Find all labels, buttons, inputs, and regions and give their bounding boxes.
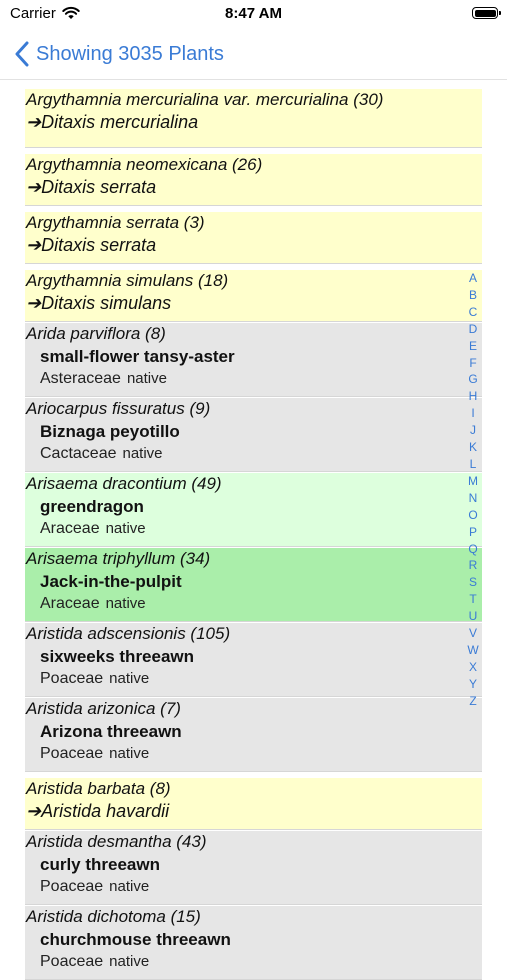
scientific-name: Ariocarpus fissuratus (9) (26, 399, 211, 418)
family-name: Cactaceae (40, 445, 117, 462)
family-line: Poaceae native (40, 876, 482, 898)
list-item[interactable]: Arida parviflora (8) small-flower tansy-… (25, 323, 482, 397)
list-item[interactable]: Argythamnia neomexicana (26) ➔Ditaxis se… (25, 154, 482, 206)
family-name: Asteraceae (40, 370, 121, 387)
index-letter-d[interactable]: D (469, 321, 478, 338)
index-letter-f[interactable]: F (469, 355, 476, 372)
synonym-redirect: ➔Ditaxis serrata (26, 177, 157, 197)
common-name: small-flower tansy-aster (40, 347, 235, 366)
family-name: Poaceae (40, 745, 104, 762)
battery-icon (472, 7, 501, 19)
index-letter-o[interactable]: O (468, 507, 477, 524)
common-name: Biznaga peyotillo (40, 422, 180, 441)
family-name: Poaceae (40, 953, 104, 970)
synonym-redirect: ➔Ditaxis serrata (26, 235, 157, 255)
native-status: native (105, 520, 146, 537)
list-item[interactable]: Argythamnia mercurialina var. mercuriali… (25, 89, 482, 148)
list-item[interactable]: Argythamnia simulans (18) ➔Ditaxis simul… (25, 270, 482, 322)
index-letter-h[interactable]: H (469, 388, 478, 405)
scientific-name: Argythamnia simulans (18) (26, 271, 229, 290)
index-letter-x[interactable]: X (469, 659, 477, 676)
index-letter-p[interactable]: P (469, 524, 477, 541)
family-name: Poaceae (40, 670, 104, 687)
index-letter-k[interactable]: K (469, 439, 477, 456)
native-status: native (109, 745, 150, 762)
list-item[interactable]: Ariocarpus fissuratus (9) Biznaga peyoti… (25, 398, 482, 472)
common-name: churchmouse threeawn (40, 930, 231, 949)
index-letter-m[interactable]: M (468, 473, 478, 490)
index-letter-w[interactable]: W (467, 642, 478, 659)
scientific-name: Aristida dichotoma (15) (26, 907, 201, 926)
scientific-name: Aristida desmantha (43) (26, 832, 207, 851)
scientific-name: Argythamnia neomexicana (26) (26, 155, 263, 174)
synonym-redirect: ➔Ditaxis mercurialina (26, 112, 199, 132)
scientific-name: Arisaema dracontium (49) (26, 474, 222, 493)
index-letter-g[interactable]: G (468, 371, 477, 388)
index-letter-v[interactable]: V (469, 625, 477, 642)
list-item[interactable]: Arisaema triphyllum (34) Jack-in-the-pul… (25, 548, 482, 622)
index-letter-u[interactable]: U (469, 608, 478, 625)
list-item[interactable]: Argythamnia serrata (3) ➔Ditaxis serrata (25, 212, 482, 264)
scientific-name: Arisaema triphyllum (34) (26, 549, 211, 568)
list-item[interactable]: Aristida dichotoma (15) churchmouse thre… (25, 906, 482, 980)
back-button[interactable]: Showing 3035 Plants (14, 39, 224, 69)
scientific-name: Argythamnia mercurialina var. mercuriali… (26, 90, 384, 109)
list-item[interactable]: Aristida desmantha (43) curly threeawn P… (25, 831, 482, 905)
family-name: Poaceae (40, 878, 104, 895)
common-name: curly threeawn (40, 855, 160, 874)
index-letter-l[interactable]: L (470, 456, 477, 473)
status-bar: Carrier 8:47 AM (0, 0, 507, 28)
index-letter-a[interactable]: A (469, 270, 477, 287)
clock: 8:47 AM (225, 5, 282, 22)
native-status: native (109, 953, 150, 970)
index-letter-z[interactable]: Z (469, 693, 476, 710)
native-status: native (105, 595, 146, 612)
family-line: Cactaceae native (40, 443, 482, 465)
synonym-redirect: ➔Ditaxis simulans (26, 293, 172, 313)
common-name: sixweeks threeawn (40, 647, 195, 666)
family-line: Poaceae native (40, 951, 482, 973)
native-status: native (109, 670, 150, 687)
native-status: native (122, 445, 163, 462)
index-letter-r[interactable]: R (469, 557, 478, 574)
index-letter-s[interactable]: S (469, 574, 477, 591)
scientific-name: Aristida adscensionis (105) (26, 624, 231, 643)
family-line: Poaceae native (40, 743, 482, 765)
back-button-label: Showing 3035 Plants (36, 42, 224, 65)
family-line: Poaceae native (40, 668, 482, 690)
native-status: native (109, 878, 150, 895)
index-letter-e[interactable]: E (469, 338, 477, 355)
scientific-name: Arida parviflora (8) (26, 324, 166, 343)
index-letter-i[interactable]: I (471, 405, 474, 422)
plant-list[interactable]: Argythamnia mercurialina var. mercuriali… (25, 81, 482, 980)
family-line: Asteraceae native (40, 368, 482, 390)
chevron-left-icon (15, 41, 29, 67)
list-item[interactable]: Aristida adscensionis (105) sixweeks thr… (25, 623, 482, 697)
list-item[interactable]: Aristida arizonica (7) Arizona threeawn … (25, 698, 482, 772)
list-item[interactable]: Aristida barbata (8) ➔Aristida havardii (25, 778, 482, 830)
common-name: Arizona threeawn (40, 722, 182, 741)
navigation-bar: Showing 3035 Plants (0, 28, 507, 80)
section-index[interactable]: A B C D E F G H I J K L M N O P Q R S T … (464, 270, 482, 710)
common-name: greendragon (40, 497, 144, 516)
native-status: native (126, 370, 167, 387)
scientific-name: Aristida barbata (8) (26, 779, 171, 798)
family-name: Araceae (40, 520, 100, 537)
index-letter-t[interactable]: T (469, 591, 476, 608)
family-line: Araceae native (40, 518, 482, 540)
family-line: Araceae native (40, 593, 482, 615)
common-name: Jack-in-the-pulpit (40, 572, 182, 591)
family-name: Araceae (40, 595, 100, 612)
scientific-name: Argythamnia serrata (3) (26, 213, 205, 232)
index-letter-c[interactable]: C (469, 304, 478, 321)
index-letter-j[interactable]: J (470, 422, 476, 439)
index-letter-q[interactable]: Q (468, 541, 477, 558)
scientific-name: Aristida arizonica (7) (26, 699, 181, 718)
index-letter-y[interactable]: Y (469, 676, 477, 693)
index-letter-n[interactable]: N (469, 490, 478, 507)
index-letter-b[interactable]: B (469, 287, 477, 304)
synonym-redirect: ➔Aristida havardii (26, 801, 170, 821)
list-item[interactable]: Arisaema dracontium (49) greendragon Ara… (25, 473, 482, 547)
